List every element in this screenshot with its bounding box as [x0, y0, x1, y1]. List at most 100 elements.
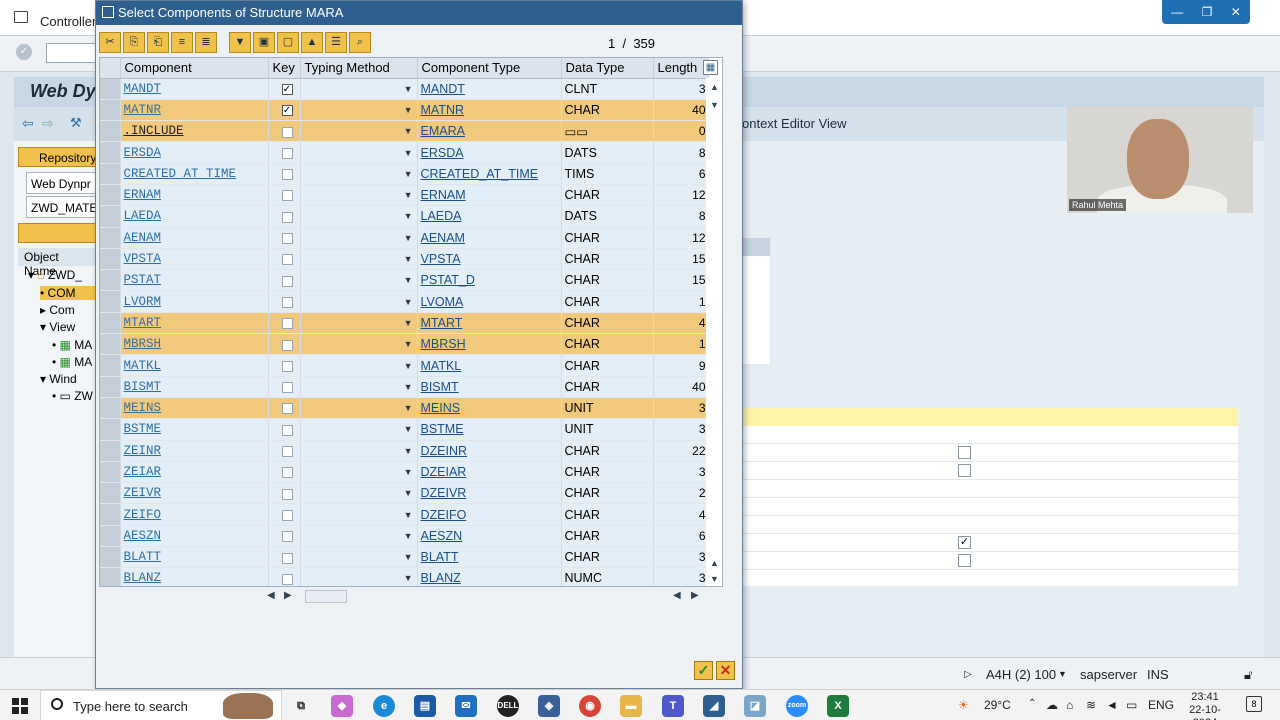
component-cell[interactable]: ERNAM	[120, 184, 269, 207]
key-checkbox[interactable]	[281, 147, 293, 159]
key-cell[interactable]	[268, 290, 301, 313]
component-cell[interactable]: ERSDA	[120, 141, 269, 164]
key-checkbox[interactable]	[281, 531, 293, 543]
navigator-toolbar[interactable]	[18, 223, 98, 243]
component-type-cell[interactable]: BISMT	[417, 376, 562, 398]
enter-icon[interactable]: ✓	[16, 44, 32, 60]
component-cell[interactable]: BLATT	[120, 546, 269, 569]
typing-method-cell[interactable]: ▼	[300, 120, 418, 143]
key-cell[interactable]	[268, 333, 301, 356]
component-type-cell[interactable]: MEINS	[417, 397, 562, 420]
row-selector[interactable]	[100, 525, 121, 548]
object-name-field[interactable]: ZWD_MATE	[26, 196, 98, 218]
row-selector[interactable]	[100, 418, 121, 441]
table-row[interactable]: MANDT ✓ ▼ MANDT CLNT 3	[100, 78, 709, 100]
table-row[interactable]: LVORM ▼ LVOMA CHAR 1	[100, 290, 709, 313]
component-type-cell[interactable]: BLATT	[417, 546, 562, 569]
dropdown-icon[interactable]: ▼	[404, 126, 413, 136]
key-cell[interactable]: ✓	[268, 99, 301, 122]
key-checkbox[interactable]	[281, 169, 293, 181]
row-selector-header[interactable]	[100, 58, 121, 79]
notification-icon[interactable]: 8	[1246, 696, 1262, 712]
cloud-icon[interactable]: ☁	[1046, 698, 1058, 712]
dropdown-icon[interactable]: ▼	[404, 467, 413, 477]
row-selector[interactable]	[100, 546, 121, 569]
table-row[interactable]: ERNAM ▼ ERNAM CHAR 12	[100, 184, 709, 207]
row-selector[interactable]	[100, 184, 121, 207]
typing-method-cell[interactable]: ▼	[300, 503, 418, 526]
key-cell[interactable]	[268, 503, 301, 526]
table-row[interactable]: BLATT ▼ BLATT CHAR 3	[100, 546, 709, 569]
dropdown-icon[interactable]: ▼	[404, 361, 413, 371]
table-row[interactable]: MATNR ✓ ▼ MATNR CHAR 40	[100, 99, 709, 122]
component-type-cell[interactable]: DZEINR	[417, 440, 562, 462]
maximize-icon[interactable]: ❐	[1202, 5, 1213, 19]
typing-method-cell[interactable]: ▼	[300, 205, 418, 228]
component-cell[interactable]: MEINS	[120, 397, 269, 420]
back-icon[interactable]: ⇦	[22, 115, 34, 132]
component-type-cell[interactable]: EMARA	[417, 120, 562, 143]
typing-method-cell[interactable]: ▼	[300, 78, 418, 100]
dropdown-icon[interactable]: ▼	[404, 318, 413, 328]
deselect-icon[interactable]: ▢	[277, 32, 299, 53]
component-type-cell[interactable]: BSTME	[417, 418, 562, 441]
property-checkbox[interactable]: ✓	[958, 536, 971, 549]
column-header-typing-method[interactable]: Typing Method	[300, 58, 418, 79]
scroll-last-icon[interactable]: ▶	[691, 590, 699, 601]
typing-method-cell[interactable]: ▼	[300, 440, 418, 462]
row-selector[interactable]	[100, 354, 121, 377]
tree-node-view-2[interactable]: • ▦ MA	[52, 355, 92, 369]
key-checkbox[interactable]	[281, 126, 293, 138]
scroll-right-icon[interactable]: ▶	[284, 590, 292, 601]
key-checkbox[interactable]	[281, 488, 293, 500]
component-cell[interactable]: BSTME	[120, 418, 269, 441]
key-checkbox[interactable]: ✓	[281, 105, 293, 117]
delete-row-icon[interactable]: ≣	[195, 32, 217, 53]
insert-row-icon[interactable]: ≡	[171, 32, 193, 53]
key-cell[interactable]	[268, 163, 301, 185]
row-selector[interactable]	[100, 290, 121, 313]
dell-icon[interactable]: DELL	[497, 695, 519, 717]
component-type-cell[interactable]: MBRSH	[417, 333, 562, 356]
key-cell[interactable]	[268, 269, 301, 292]
table-row[interactable]: ZEINR ▼ DZEINR CHAR 22	[100, 440, 709, 462]
row-selector[interactable]	[100, 248, 121, 271]
column-header-key[interactable]: Key	[268, 58, 301, 79]
key-cell[interactable]: ✓	[268, 78, 301, 100]
key-checkbox[interactable]	[281, 467, 293, 479]
component-type-cell[interactable]: MATNR	[417, 99, 562, 122]
key-checkbox[interactable]	[281, 318, 293, 330]
component-cell[interactable]: MTART	[120, 312, 269, 335]
close-icon[interactable]: ✕	[1231, 5, 1241, 19]
column-header-component[interactable]: Component	[120, 58, 269, 79]
row-selector[interactable]	[100, 78, 121, 100]
key-cell[interactable]	[268, 461, 301, 484]
key-cell[interactable]	[268, 525, 301, 548]
component-type-cell[interactable]: VPSTA	[417, 248, 562, 271]
table-row[interactable]: AESZN ▼ AESZN CHAR 6	[100, 525, 709, 548]
typing-method-cell[interactable]: ▼	[300, 418, 418, 441]
file-explorer-icon[interactable]: ▬	[620, 695, 642, 717]
dropdown-icon[interactable]: ▼	[404, 169, 413, 179]
taskbar-search-box[interactable]: Type here to search	[40, 690, 282, 720]
dropdown-icon[interactable]: ▼	[404, 488, 413, 498]
typing-method-cell[interactable]: ▼	[300, 525, 418, 548]
component-cell[interactable]: ZEINR	[120, 440, 269, 462]
table-row[interactable]: VPSTA ▼ VPSTA CHAR 15	[100, 248, 709, 271]
cut-icon[interactable]: ✂	[99, 32, 121, 53]
tree-node-views[interactable]: ▾ View	[40, 320, 75, 334]
table-row[interactable]: ZEIVR ▼ DZEIVR CHAR 2	[100, 482, 709, 505]
dropdown-icon[interactable]: ▼	[404, 424, 413, 434]
key-cell[interactable]	[268, 205, 301, 228]
tree-node-component-interface[interactable]: ▸ Com	[40, 303, 75, 317]
scroll-left-icon[interactable]: ◀	[267, 590, 275, 601]
typing-method-cell[interactable]: ▼	[300, 141, 418, 164]
key-checkbox[interactable]	[281, 509, 293, 521]
key-checkbox[interactable]	[281, 382, 293, 394]
typing-method-cell[interactable]: ▼	[300, 312, 418, 335]
typing-method-cell[interactable]: ▼	[300, 333, 418, 356]
key-checkbox[interactable]: ✓	[281, 83, 293, 95]
key-cell[interactable]	[268, 354, 301, 377]
column-header-data-type[interactable]: Data Type	[561, 58, 654, 79]
scroll-up-icon[interactable]: ▲	[710, 82, 719, 92]
